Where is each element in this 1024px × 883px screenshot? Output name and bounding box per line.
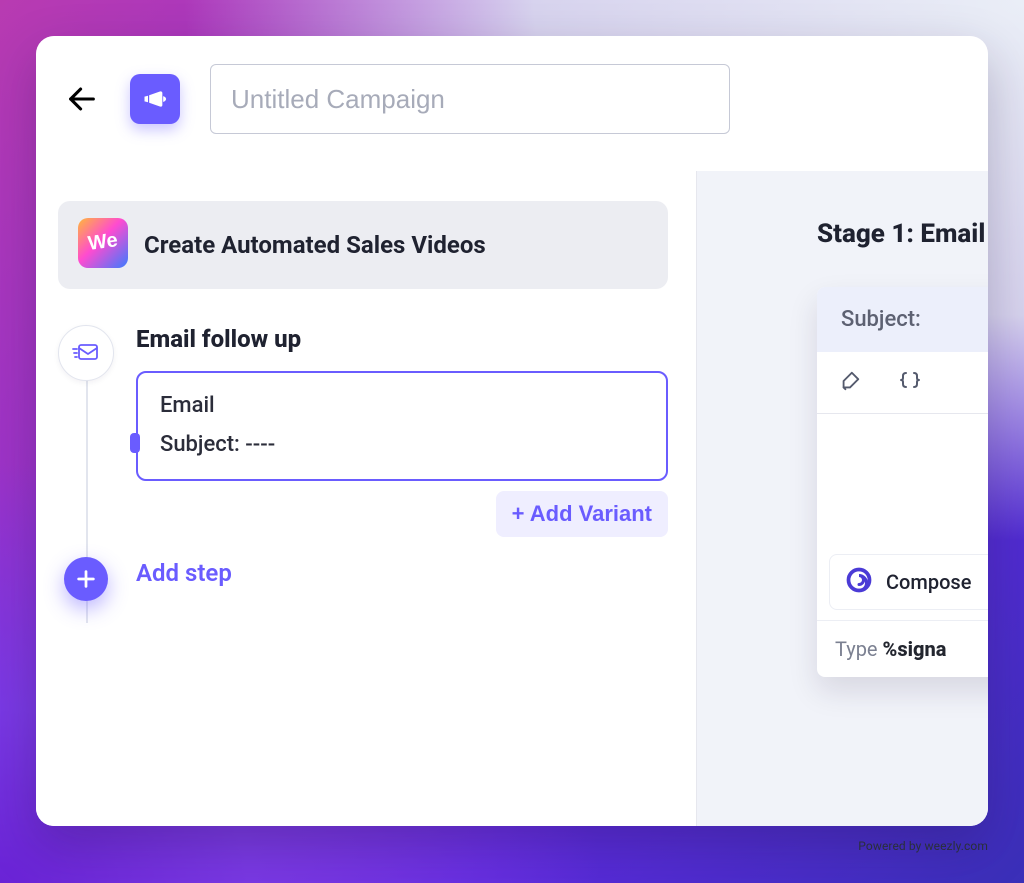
add-step-row: Add step — [58, 559, 668, 587]
back-button[interactable] — [64, 81, 100, 117]
insert-variable-button[interactable] — [897, 370, 923, 395]
plus-icon — [75, 568, 97, 590]
stage-title: Stage 1: Email — [817, 219, 985, 249]
add-variant-button[interactable]: + Add Variant — [496, 491, 668, 537]
compose-label: Compose — [886, 570, 971, 594]
step-email-node[interactable] — [58, 325, 114, 381]
campaign-name-input[interactable] — [210, 64, 730, 134]
body: We Create Automated Sales Videos — [36, 171, 988, 826]
app-window: We Create Automated Sales Videos — [36, 36, 988, 826]
add-step-label[interactable]: Add step — [136, 559, 232, 587]
megaphone-icon — [141, 85, 169, 113]
create-videos-banner[interactable]: We Create Automated Sales Videos — [58, 201, 668, 289]
brush-icon — [839, 370, 861, 392]
compose-button[interactable]: Compose — [829, 554, 988, 610]
svg-text:We: We — [87, 229, 119, 255]
banner-text: Create Automated Sales Videos — [144, 231, 486, 259]
app-logo — [130, 74, 180, 124]
right-pane: Stage 1: Email Subject: — [696, 171, 988, 826]
braces-icon — [897, 370, 923, 392]
editor-body[interactable] — [817, 414, 988, 554]
add-step-button[interactable] — [64, 557, 108, 601]
swirl-icon — [844, 565, 874, 599]
signature-prefix: Type — [835, 637, 883, 661]
powered-by: Powered by weezly.com — [858, 839, 988, 853]
subject-field[interactable]: Subject: — [817, 287, 988, 352]
header — [36, 36, 988, 162]
left-pane: We Create Automated Sales Videos — [36, 171, 696, 826]
step-title: Email follow up — [136, 325, 668, 353]
editor-toolbar — [817, 352, 988, 414]
email-editor: Subject: — [817, 287, 988, 677]
signature-hint: Type %signa — [817, 620, 988, 677]
email-card[interactable]: Email Subject: ---- — [136, 371, 668, 481]
format-brush-button[interactable] — [839, 370, 861, 395]
arrow-left-icon — [65, 82, 99, 116]
card-handle[interactable] — [130, 433, 140, 453]
email-card-subject: Subject: ---- — [160, 432, 644, 457]
weezly-logo-icon: We — [78, 218, 128, 272]
send-email-icon — [72, 342, 100, 364]
signature-token: %signa — [883, 637, 947, 661]
email-card-heading: Email — [160, 393, 644, 418]
timeline: Email follow up Email Subject: ---- + Ad… — [58, 325, 668, 481]
